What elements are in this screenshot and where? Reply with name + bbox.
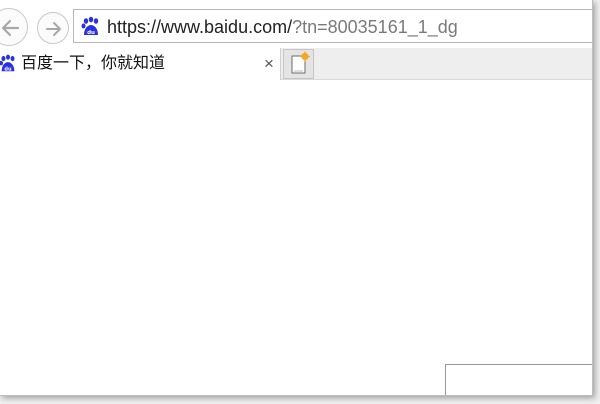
close-tab-button[interactable]: × [261, 54, 277, 74]
url-host: https://www.baidu.com/ [107, 17, 293, 37]
browser-window: du https://www.baidu.com/?tn=80035161_1_… [0, 0, 593, 396]
forward-arrow-icon [46, 22, 61, 36]
forward-button[interactable] [37, 12, 69, 44]
url-query: ?tn=80035161_1_dg [292, 17, 458, 37]
navigation-bar: du https://www.baidu.com/?tn=80035161_1_… [0, 0, 592, 48]
tab-title: 百度一下，你就知道 [21, 55, 166, 72]
svg-text:du: du [87, 30, 95, 36]
new-tab-button[interactable] [283, 49, 314, 79]
back-button[interactable] [0, 8, 28, 46]
baidu-paw-icon: du [81, 16, 99, 36]
baidu-paw-icon: du [0, 54, 15, 72]
back-arrow-icon [1, 19, 20, 37]
tab-strip: du 百度一下，你就知道 × [0, 48, 592, 80]
page-content [0, 80, 592, 395]
svg-text:du: du [4, 66, 12, 72]
new-tab-icon [291, 51, 310, 74]
tab-baidu[interactable]: du 百度一下，你就知道 × [0, 48, 281, 80]
url-text[interactable]: https://www.baidu.com/?tn=80035161_1_dg [107, 16, 458, 38]
address-bar[interactable]: du https://www.baidu.com/?tn=80035161_1_… [73, 9, 592, 43]
popup-box-edge [445, 364, 592, 395]
